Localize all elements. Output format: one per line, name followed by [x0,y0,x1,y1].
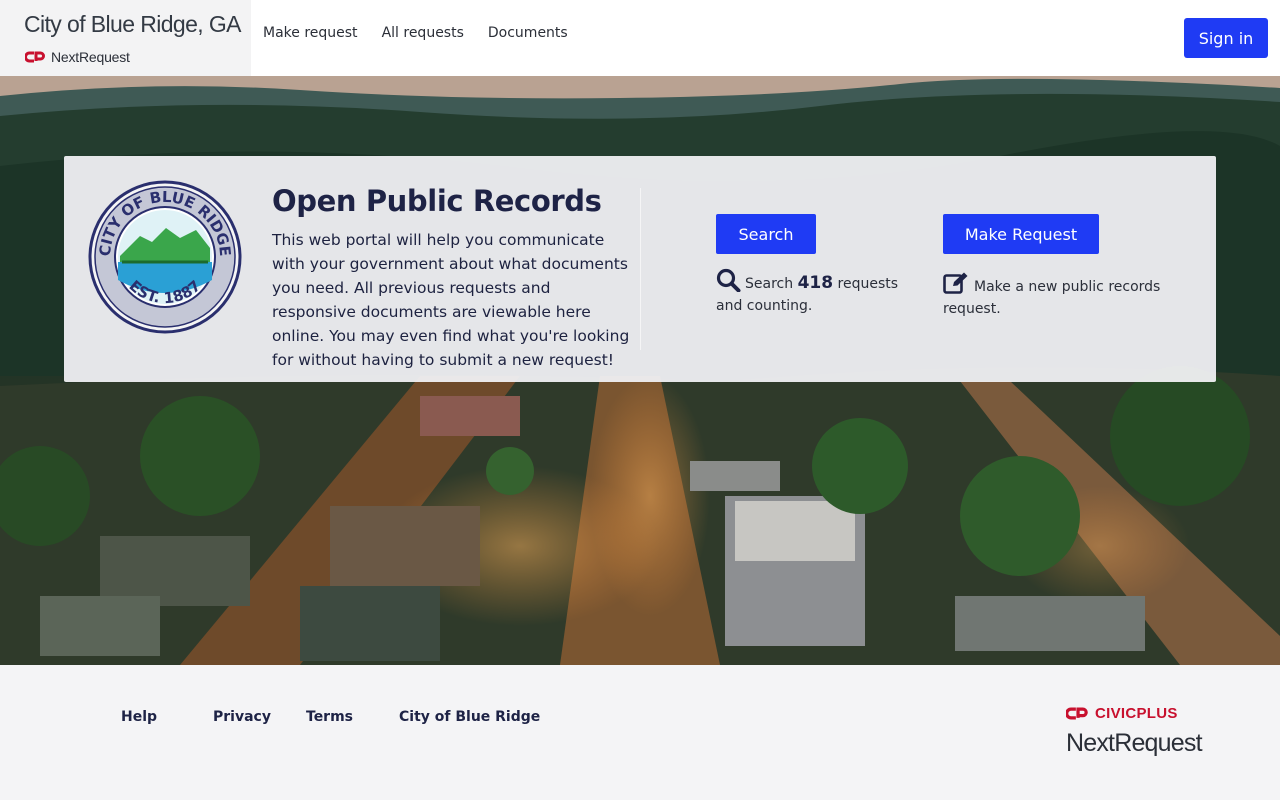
civicplus-logo[interactable]: CIVICPLUS [1066,705,1178,722]
site-header: City of Blue Ridge, GA NextRequest Make … [0,0,1280,76]
portal-description: This web portal will help you communicat… [272,231,630,369]
footer-help-link[interactable]: Help [121,709,157,725]
magnifier-icon [716,268,741,293]
search-prefix: Search [745,276,794,292]
panel-divider [640,188,641,350]
brand-block[interactable]: City of Blue Ridge, GA NextRequest [0,0,251,76]
civicplus-logo-icon [1066,707,1088,720]
product-name: NextRequest [51,49,130,65]
make-request-info: Make a new public records request. [943,271,1173,320]
footer-product-name: NextRequest [1066,729,1203,757]
main-nav: Make request All requests Documents [263,25,568,41]
make-request-text: Make a new public records request. [943,279,1161,317]
search-info: Search 418 requests and counting. [716,268,916,317]
city-title: City of Blue Ridge, GA [24,11,242,37]
nav-documents[interactable]: Documents [488,25,568,41]
search-button[interactable]: Search [716,214,816,254]
nav-all-requests[interactable]: All requests [382,25,464,41]
request-count: 418 [797,273,834,293]
site-footer: Help Privacy Terms City of Blue Ridge CI… [0,665,1280,800]
make-request-button[interactable]: Make Request [943,214,1099,254]
vendor-name: CIVICPLUS [1095,705,1178,722]
edit-pencil-icon [943,272,968,294]
sign-in-button[interactable]: Sign in [1184,18,1268,58]
footer-privacy-link[interactable]: Privacy [213,709,271,725]
brand-sub: NextRequest [25,49,130,65]
footer-terms-link[interactable]: Terms [306,709,353,725]
nextrequest-logo-icon [25,51,45,63]
records-panel: CITY OF BLUE RIDGE EST. 1887 Open Public… [64,156,1216,382]
hero-banner: CITY OF BLUE RIDGE EST. 1887 Open Public… [0,76,1280,665]
page-title: Open Public Records [272,184,602,218]
city-seal-icon: CITY OF BLUE RIDGE EST. 1887 [88,180,242,334]
footer-city-link[interactable]: City of Blue Ridge [399,709,540,725]
nav-make-request[interactable]: Make request [263,25,358,41]
